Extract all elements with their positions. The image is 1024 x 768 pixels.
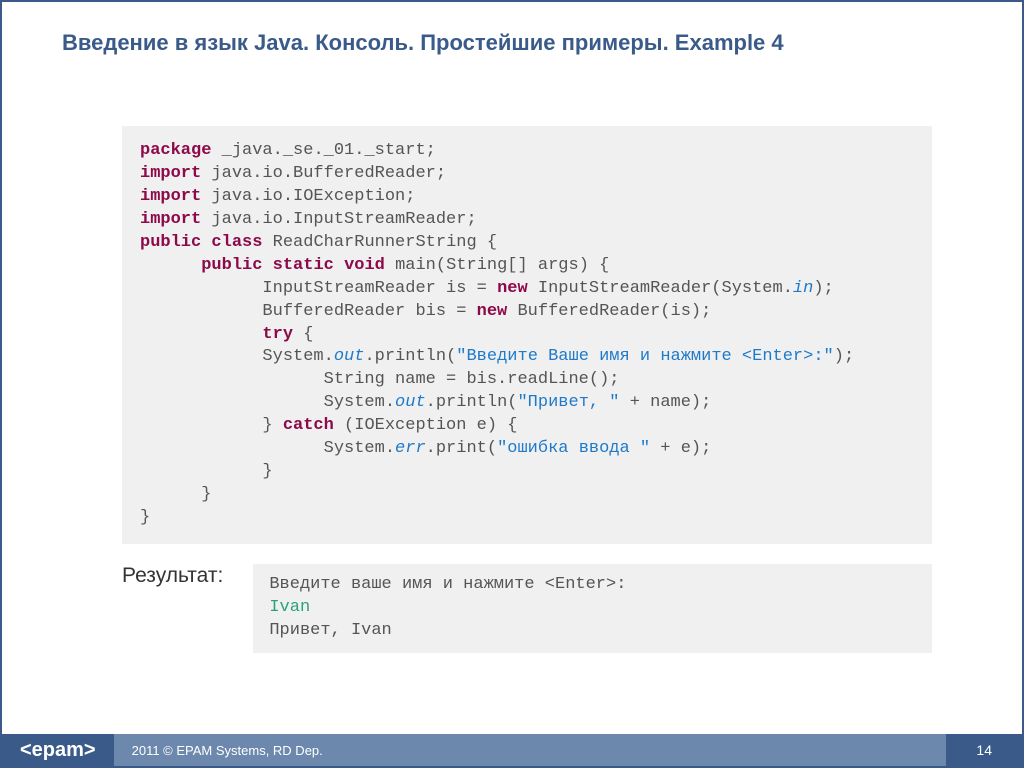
code-text: } [140,485,211,504]
result-row: Результат: Введите ваше имя и нажмите <E… [122,564,932,653]
code-text: .println( [426,393,518,412]
code-text: ); [834,347,854,366]
code-text: System. [140,393,395,412]
code-text: _java._se._01._start; [211,141,435,160]
footer-page-number: 14 [946,734,1022,766]
footer-logo: <epam> [2,734,114,766]
code-text: String name = bis.readLine(); [140,370,619,389]
code-text: InputStreamReader(System. [528,279,793,298]
code-kw: public [201,256,262,275]
code-string: "Введите Ваше имя и нажмите <Enter>:" [456,347,833,366]
code-block: package _java._se._01._start; import jav… [122,126,932,544]
code-kw: public [140,233,201,252]
code-field: out [395,393,426,412]
code-text: (IOException e) { [334,416,518,435]
code-kw: static [273,256,334,275]
code-kw: import [140,210,201,229]
code-text: BufferedReader(is); [507,302,711,321]
code-text: java.io.IOException; [201,187,415,206]
code-kw: void [344,256,385,275]
code-text: java.io.BufferedReader; [201,164,446,183]
code-text: ); [813,279,833,298]
code-text: main(String[] args) { [385,256,609,275]
code-kw: import [140,164,201,183]
output-block: Введите ваше имя и нажмите <Enter>: Ivan… [253,564,932,653]
footer: <epam> 2011 © EPAM Systems, RD Dep. 14 [2,734,1022,766]
code-string: "Привет, " [517,393,619,412]
code-kw: new [477,302,508,321]
code-text: } [140,416,283,435]
output-line: Привет, Ivan [269,621,391,640]
code-text: .print( [426,439,497,458]
code-field: err [395,439,426,458]
code-kw: package [140,141,211,160]
code-kw: class [211,233,262,252]
code-text: } [140,462,273,481]
code-string: "ошибка ввода " [497,439,650,458]
code-kw: new [497,279,528,298]
code-text: java.io.InputStreamReader; [201,210,476,229]
code-kw: import [140,187,201,206]
output-line: Введите ваше имя и нажмите <Enter>: [269,575,626,594]
code-text: InputStreamReader is = [140,279,497,298]
result-label: Результат: [122,564,223,588]
code-text: } [140,508,150,527]
code-text: ReadCharRunnerString { [262,233,497,252]
slide-title: Введение в язык Java. Консоль. Простейши… [2,2,1022,66]
code-text: + e); [650,439,711,458]
code-text: System. [140,439,395,458]
code-text: { [293,325,313,344]
code-field: out [334,347,365,366]
code-field: in [793,279,813,298]
code-text: System. [140,347,334,366]
footer-copyright: 2011 © EPAM Systems, RD Dep. [114,734,947,766]
output-input: Ivan [269,598,310,617]
code-kw: try [262,325,293,344]
code-text: BufferedReader bis = [140,302,477,321]
code-text: + name); [620,393,712,412]
code-kw: catch [283,416,334,435]
code-text: .println( [364,347,456,366]
